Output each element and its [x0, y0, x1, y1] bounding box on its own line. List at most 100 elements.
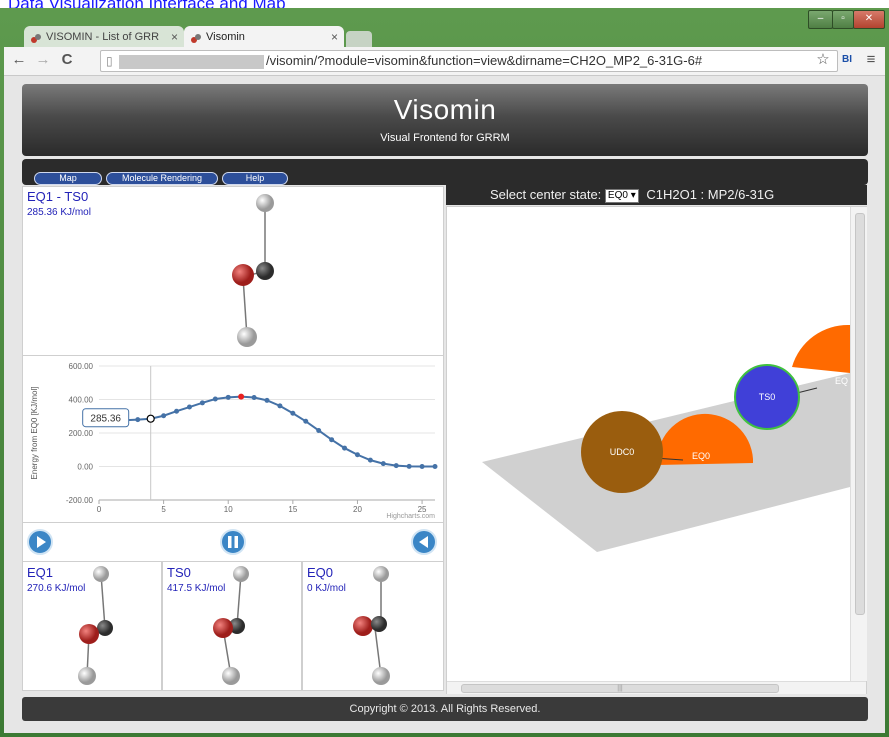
- system-label: C1H2O1 : MP2/6-31G: [646, 187, 775, 202]
- oxygen-atom: [232, 264, 254, 286]
- state-name: EQ1: [27, 565, 54, 580]
- map-node-eq0-label: EQ0: [692, 451, 710, 461]
- y-axis-label: Energy from EQ0 [KJ/mol]: [30, 387, 39, 480]
- x-tick-label: 5: [161, 505, 166, 514]
- close-tab-icon[interactable]: ×: [331, 26, 338, 48]
- vertical-scroll-thumb[interactable]: [855, 213, 865, 615]
- pause-button[interactable]: [220, 529, 246, 555]
- tab-visomin[interactable]: Visomin ×: [184, 26, 344, 48]
- maximize-icon: ▫: [841, 13, 845, 24]
- tab-label: VISOMIN - List of GRR: [46, 31, 160, 43]
- app-title: Visomin: [393, 94, 497, 125]
- state-panel-eq1[interactable]: EQ1 270.6 KJ/mol: [22, 561, 162, 691]
- menu-map-button[interactable]: Map: [34, 172, 102, 185]
- forward-arrow-icon[interactable]: →: [34, 51, 52, 69]
- y-tick-label: 400.00: [69, 396, 94, 405]
- page-icon: ▯: [106, 54, 113, 68]
- data-point: [329, 437, 335, 443]
- new-tab-button[interactable]: [346, 31, 372, 47]
- reverse-button[interactable]: [411, 529, 437, 555]
- extension-button[interactable]: BI: [838, 51, 856, 69]
- center-state-bar: Select center state: EQ0 ▾ C1H2O1 : MP2/…: [446, 185, 867, 205]
- data-point: [238, 393, 245, 400]
- menu-bar: Map Molecule Rendering Help: [22, 159, 868, 185]
- molecule-3d-view[interactable]: [203, 187, 293, 355]
- data-point: [212, 396, 218, 402]
- reverse-icon: [419, 536, 428, 548]
- energy-line-chart[interactable]: 600.00400.00200.000.00-200.000 5 10 15 20 25E…: [23, 356, 443, 522]
- transition-molecule-panel: EQ1 - TS0 285.36 KJ/mol: [22, 186, 444, 356]
- energy-series-line: [98, 395, 435, 468]
- transition-title: EQ1 - TS0: [27, 189, 89, 204]
- maximize-button[interactable]: ▫: [832, 10, 854, 29]
- tab-label: Visomin: [206, 31, 245, 43]
- data-point: [174, 408, 180, 414]
- data-point: [146, 414, 155, 423]
- x-tick-label: 20: [353, 505, 362, 514]
- pause-icon: [228, 536, 238, 548]
- hydrogen-atom: [237, 327, 257, 347]
- data-point: [199, 400, 205, 406]
- browser-toolbar: ← → C ▯ /visomin/?module=visomin&functio…: [4, 47, 885, 76]
- data-point: [135, 417, 141, 423]
- close-icon: ✕: [864, 13, 874, 24]
- map-node-eq-label: EQ: [835, 376, 848, 386]
- playback-bar: [22, 522, 444, 562]
- data-point: [225, 394, 231, 400]
- visomin-favicon-icon: [30, 31, 42, 43]
- data-point: [277, 403, 283, 409]
- data-point: [367, 457, 373, 463]
- data-point: [316, 427, 322, 433]
- url-text: /visomin/?module=visomin&function=view&d…: [266, 53, 703, 68]
- map-panel[interactable]: UDC0 EQ0 TS0 EQ |||: [446, 206, 867, 694]
- x-tick-label: 10: [224, 505, 233, 514]
- minimize-icon: –: [817, 13, 824, 24]
- back-arrow-icon[interactable]: ←: [10, 51, 28, 69]
- tab-visomin-list[interactable]: VISOMIN - List of GRR ×: [24, 26, 184, 48]
- y-tick-label: 600.00: [69, 362, 94, 371]
- reload-icon[interactable]: C: [58, 51, 76, 69]
- state-panel-ts0[interactable]: TS0 417.5 KJ/mol: [162, 561, 302, 691]
- data-point: [251, 394, 257, 400]
- map-node-udc0-label: UDC0: [610, 447, 635, 457]
- data-point: [354, 452, 360, 458]
- data-point: [161, 413, 167, 419]
- chart-tooltip-label: 285.36: [90, 414, 121, 425]
- menu-help-button[interactable]: Help: [222, 172, 288, 185]
- address-bar[interactable]: ▯ /visomin/?module=visomin&function=view…: [100, 50, 838, 72]
- url-redacted: [119, 54, 264, 69]
- data-point: [303, 418, 309, 424]
- state-name: TS0: [167, 565, 191, 580]
- map-node-ts0-label: TS0: [759, 392, 776, 402]
- y-tick-label: 200.00: [69, 429, 94, 438]
- data-point: [380, 461, 386, 467]
- play-button[interactable]: [27, 529, 53, 555]
- chart-credit: Highcharts.com: [386, 513, 435, 520]
- reaction-map-3d[interactable]: UDC0 EQ0 TS0 EQ: [447, 207, 850, 681]
- state-energy: 0 KJ/mol: [307, 583, 346, 594]
- app-header: Visomin Visual Frontend for GRRM: [22, 84, 868, 156]
- select-value: EQ0: [607, 189, 628, 201]
- horizontal-scroll-thumb[interactable]: |||: [461, 684, 779, 693]
- energy-chart-panel: 600.00 400.00 200.00 0.00 -200.00 0 5 10 15 20 25 E…: [22, 355, 444, 523]
- horizontal-scrollbar[interactable]: |||: [447, 681, 866, 694]
- y-tick-label: 0.00: [77, 463, 93, 472]
- menu-icon[interactable]: ≡: [862, 51, 880, 69]
- app-subtitle: Visual Frontend for GRRM: [380, 132, 510, 144]
- data-point: [342, 445, 348, 451]
- data-point: [290, 410, 296, 416]
- menu-molecule-rendering-button[interactable]: Molecule Rendering: [106, 172, 218, 185]
- state-panel-eq0[interactable]: EQ0 0 KJ/mol: [302, 561, 444, 691]
- close-tab-icon[interactable]: ×: [171, 26, 178, 48]
- molecule-3d-view: [353, 566, 390, 685]
- play-icon: [37, 536, 46, 548]
- center-state-select[interactable]: EQ0 ▾: [604, 188, 639, 203]
- vertical-scrollbar[interactable]: [850, 207, 867, 681]
- molecule-3d-view: [78, 566, 113, 685]
- bookmark-star-icon[interactable]: ☆: [814, 51, 832, 69]
- minimize-button[interactable]: –: [808, 10, 833, 29]
- data-point: [393, 463, 399, 469]
- molecule-3d-view: [213, 566, 249, 685]
- map-node-eq-halo: [792, 324, 850, 373]
- close-window-button[interactable]: ✕: [853, 10, 885, 29]
